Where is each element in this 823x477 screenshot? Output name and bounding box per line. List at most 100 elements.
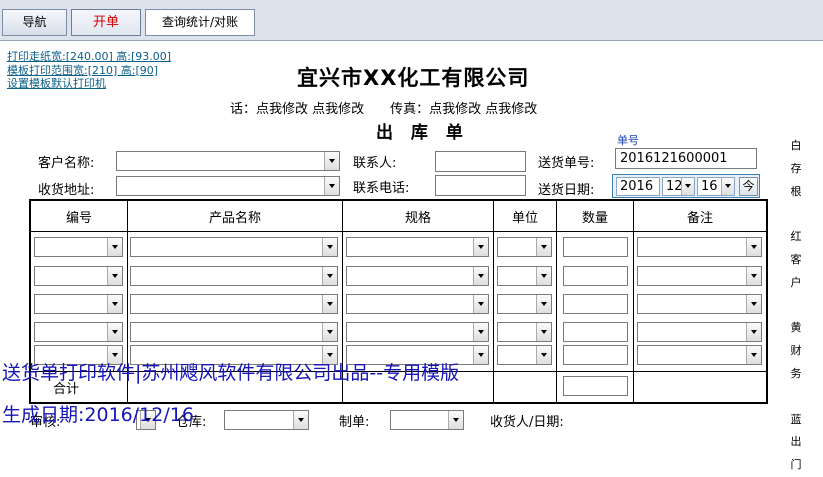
spec-select[interactable] bbox=[346, 322, 489, 342]
date-day-select[interactable]: 16 bbox=[697, 177, 735, 196]
chevron-down-icon[interactable] bbox=[746, 323, 761, 341]
watermark-line1: 送货单打印软件|苏州飕风软件有限公司出品--专用模版 bbox=[2, 362, 460, 384]
customer-label: 客户名称: bbox=[38, 156, 95, 171]
chevron-down-icon[interactable] bbox=[536, 323, 551, 341]
chevron-down-icon[interactable] bbox=[293, 411, 308, 429]
tab-query-statistics[interactable]: 查询统计/对账 bbox=[145, 9, 255, 36]
chevron-down-icon[interactable] bbox=[746, 346, 761, 364]
chevron-down-icon[interactable] bbox=[746, 238, 761, 256]
table-row bbox=[31, 266, 766, 288]
code-select[interactable] bbox=[34, 237, 123, 257]
document-title: 出 库 单 bbox=[376, 123, 469, 143]
chevron-down-icon[interactable] bbox=[536, 295, 551, 313]
quantity-input[interactable] bbox=[563, 266, 628, 286]
chevron-down-icon[interactable] bbox=[322, 238, 337, 256]
order-no-label: 送货单号: bbox=[538, 156, 595, 171]
maker-select[interactable] bbox=[390, 410, 464, 430]
code-select[interactable] bbox=[34, 294, 123, 314]
date-month-select[interactable]: 12 bbox=[662, 177, 695, 196]
chevron-down-icon[interactable] bbox=[473, 346, 488, 364]
chevron-down-icon[interactable] bbox=[536, 346, 551, 364]
address-select[interactable] bbox=[116, 176, 340, 196]
spec-select[interactable] bbox=[346, 237, 489, 257]
remark-select[interactable] bbox=[637, 237, 762, 257]
col-header-quantity: 数量 bbox=[581, 211, 608, 226]
quantity-input[interactable] bbox=[563, 322, 628, 342]
remark-select[interactable] bbox=[637, 322, 762, 342]
chevron-down-icon[interactable] bbox=[721, 178, 734, 195]
contact-person-label: 联系人: bbox=[353, 156, 397, 171]
chevron-down-icon[interactable] bbox=[322, 295, 337, 313]
quantity-input[interactable] bbox=[563, 345, 628, 365]
today-button[interactable]: 今 bbox=[739, 177, 758, 196]
header-divider bbox=[31, 231, 766, 232]
chevron-down-icon[interactable] bbox=[681, 178, 694, 195]
chevron-down-icon[interactable] bbox=[536, 267, 551, 285]
unit-select[interactable] bbox=[497, 237, 552, 257]
tab-create-order[interactable]: 开单 bbox=[71, 9, 141, 36]
chevron-down-icon[interactable] bbox=[448, 411, 463, 429]
chevron-down-icon[interactable] bbox=[107, 238, 122, 256]
col-header-product: 产品名称 bbox=[208, 211, 261, 226]
chevron-down-icon[interactable] bbox=[322, 323, 337, 341]
col-header-code: 编号 bbox=[65, 211, 92, 226]
warehouse-select[interactable] bbox=[224, 410, 309, 430]
col-header-spec: 规格 bbox=[404, 211, 431, 226]
chevron-down-icon[interactable] bbox=[473, 323, 488, 341]
watermark-line2: 生成日期:2016/12/16 bbox=[2, 404, 194, 426]
maker-label: 制单: bbox=[339, 415, 370, 430]
chevron-down-icon[interactable] bbox=[746, 267, 761, 285]
remark-select[interactable] bbox=[637, 345, 762, 365]
order-no-input[interactable]: 2016121600001 bbox=[615, 148, 757, 169]
date-day-value: 16 bbox=[701, 179, 718, 194]
remark-select[interactable] bbox=[637, 266, 762, 286]
chevron-down-icon[interactable] bbox=[107, 323, 122, 341]
quantity-input[interactable] bbox=[563, 237, 628, 257]
chevron-down-icon[interactable] bbox=[473, 295, 488, 313]
chevron-down-icon[interactable] bbox=[322, 267, 337, 285]
col-header-unit: 单位 bbox=[511, 211, 538, 226]
company-title[interactable]: 宜兴市XX化工有限公司 bbox=[297, 62, 529, 92]
chevron-down-icon[interactable] bbox=[324, 152, 339, 170]
template-range-link[interactable]: 模板打印范围宽:[210] 高:[90] bbox=[7, 64, 171, 78]
chevron-down-icon[interactable] bbox=[473, 238, 488, 256]
default-printer-link[interactable]: 设置模板默认打印机 bbox=[7, 77, 171, 91]
table-row bbox=[31, 294, 766, 316]
product-select[interactable] bbox=[130, 237, 338, 257]
chevron-down-icon[interactable] bbox=[473, 267, 488, 285]
unit-select[interactable] bbox=[497, 345, 552, 365]
spec-select[interactable] bbox=[346, 294, 489, 314]
product-select[interactable] bbox=[130, 266, 338, 286]
unit-select[interactable] bbox=[497, 294, 552, 314]
code-select[interactable] bbox=[34, 266, 123, 286]
phone-label: 联系电话: bbox=[353, 181, 410, 196]
quantity-input[interactable] bbox=[563, 294, 628, 314]
chevron-down-icon[interactable] bbox=[536, 238, 551, 256]
receiver-label: 收货人/日期: bbox=[490, 415, 564, 430]
chevron-down-icon[interactable] bbox=[746, 295, 761, 313]
contact-line[interactable]: 话：点我修改 点我修改 传真：点我修改 点我修改 bbox=[230, 98, 537, 117]
customer-select[interactable] bbox=[116, 151, 340, 171]
chevron-down-icon[interactable] bbox=[324, 177, 339, 195]
print-settings-links: 打印走纸宽:[240.00] 高:[93.00] 模板打印范围宽:[210] 高… bbox=[7, 50, 171, 91]
product-select[interactable] bbox=[130, 294, 338, 314]
col-header-remark: 备注 bbox=[686, 211, 713, 226]
date-label: 送货日期: bbox=[538, 183, 595, 198]
unit-select[interactable] bbox=[497, 322, 552, 342]
remark-select[interactable] bbox=[637, 294, 762, 314]
total-quantity-input[interactable] bbox=[563, 376, 628, 396]
unit-select[interactable] bbox=[497, 266, 552, 286]
table-row bbox=[31, 237, 766, 259]
contact-person-input[interactable] bbox=[435, 151, 526, 172]
chevron-down-icon[interactable] bbox=[107, 295, 122, 313]
chevron-down-icon[interactable] bbox=[107, 267, 122, 285]
date-picker: 2016 12 16 今 bbox=[612, 174, 760, 198]
phone-input[interactable] bbox=[435, 175, 526, 196]
paper-size-link[interactable]: 打印走纸宽:[240.00] 高:[93.00] bbox=[7, 50, 171, 64]
tab-navigation[interactable]: 导航 bbox=[2, 9, 67, 36]
spec-select[interactable] bbox=[346, 266, 489, 286]
code-select[interactable] bbox=[34, 322, 123, 342]
table-row bbox=[31, 322, 766, 344]
date-year-field[interactable]: 2016 bbox=[616, 177, 660, 196]
product-select[interactable] bbox=[130, 322, 338, 342]
